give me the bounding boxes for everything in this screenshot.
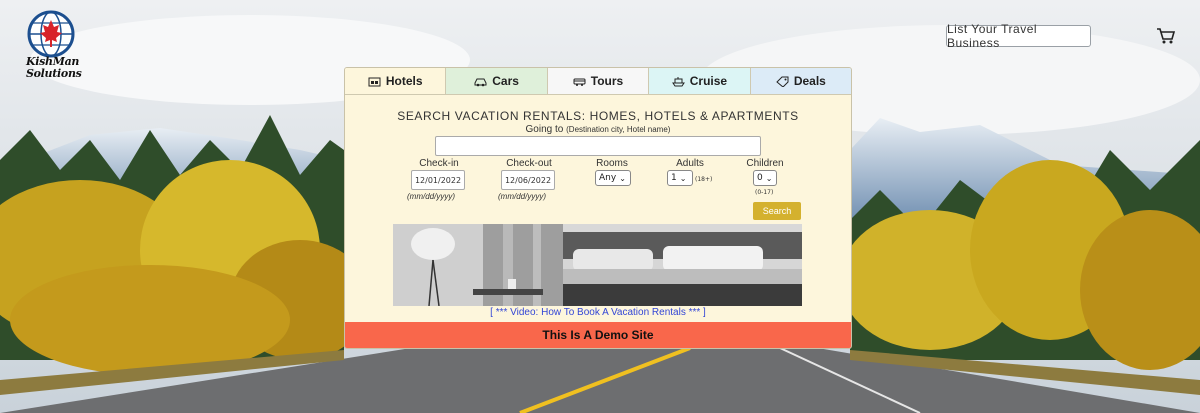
globe-maple-leaf-logo[interactable] bbox=[22, 10, 92, 95]
checkout-date-input[interactable]: 12/06/2022 bbox=[501, 170, 555, 190]
tab-label: Cruise bbox=[689, 74, 728, 88]
chevron-down-icon: ⌄ bbox=[765, 173, 773, 183]
rooms-select[interactable]: Any ⌄ bbox=[595, 170, 631, 186]
tab-label: Tours bbox=[590, 74, 624, 88]
adults-label: Adults bbox=[676, 158, 704, 169]
checkout-format-hint: (mm/dd/yyyy) bbox=[498, 192, 546, 201]
chevron-down-icon: ⌄ bbox=[679, 173, 687, 183]
search-widget: Hotels Cars Tours Cruise Deals SEARCH VA… bbox=[344, 67, 852, 349]
chevron-down-icon: ⌄ bbox=[619, 173, 626, 183]
car-icon bbox=[474, 78, 487, 86]
tab-cruise[interactable]: Cruise bbox=[649, 68, 751, 94]
tab-cars[interactable]: Cars bbox=[446, 68, 548, 94]
tab-label: Hotels bbox=[385, 74, 423, 88]
ship-icon bbox=[671, 76, 685, 86]
brand-name: KishMan Solutions bbox=[26, 55, 82, 80]
tab-tours[interactable]: Tours bbox=[547, 68, 650, 94]
cart-icon[interactable] bbox=[1156, 27, 1176, 45]
list-your-travel-business-button[interactable]: List Your Travel Business bbox=[946, 22, 1091, 50]
tab-label: Deals bbox=[793, 74, 826, 88]
checkin-format-hint: (mm/dd/yyyy) bbox=[407, 192, 455, 201]
tab-deals[interactable]: Deals bbox=[750, 68, 851, 94]
adults-age-hint: (18+) bbox=[695, 176, 713, 183]
checkin-date-input[interactable]: 12/01/2022 bbox=[411, 170, 465, 190]
tag-icon bbox=[776, 76, 789, 87]
demo-site-banner: This Is A Demo Site bbox=[345, 322, 851, 348]
children-label: Children bbox=[746, 158, 784, 169]
checkout-label: Check-out bbox=[506, 158, 552, 169]
search-title: SEARCH VACATION RENTALS: HOMES, HOTELS &… bbox=[397, 109, 799, 123]
destination-input[interactable] bbox=[435, 136, 761, 156]
video-tutorial-link[interactable]: [ *** Video: How To Book A Vacation Rent… bbox=[345, 307, 851, 318]
booking-tabs: Hotels Cars Tours Cruise Deals bbox=[345, 68, 851, 95]
tab-hotels[interactable]: Hotels bbox=[345, 68, 447, 94]
children-select[interactable]: 0 ⌄ bbox=[753, 170, 777, 186]
adults-select[interactable]: 1 ⌄ bbox=[667, 170, 693, 186]
bus-icon bbox=[573, 78, 586, 86]
hotel-icon bbox=[368, 77, 381, 86]
bedroom-photo bbox=[393, 224, 802, 306]
checkin-label: Check-in bbox=[419, 158, 459, 169]
search-button[interactable]: Search bbox=[753, 202, 801, 220]
tab-label: Cars bbox=[492, 74, 519, 88]
children-age-hint: (0-17) bbox=[755, 189, 774, 196]
rooms-label: Rooms bbox=[596, 158, 628, 169]
going-to-label: Going to (Destination city, Hotel name) bbox=[525, 124, 671, 135]
